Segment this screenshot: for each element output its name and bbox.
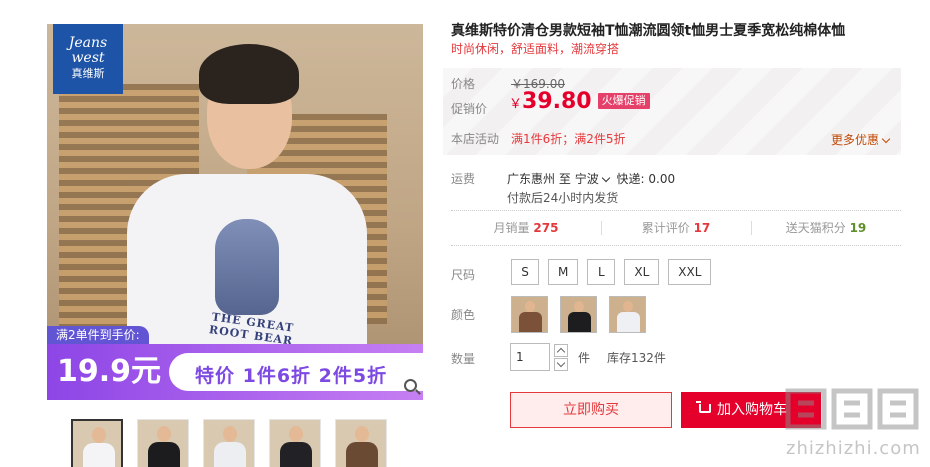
size-option[interactable]: XXL [668, 259, 712, 285]
promo-tag: 满2单件到手价: [47, 326, 149, 344]
more-offers-link[interactable]: 更多优惠 [831, 131, 891, 148]
stock-count: 库存132件 [607, 351, 666, 365]
currency-symbol: ￥ [509, 97, 523, 112]
shipping-origin: 广东惠州 [507, 172, 556, 186]
size-option[interactable]: S [511, 259, 539, 285]
swatch-shirt [568, 312, 591, 332]
chevron-down-icon [601, 173, 610, 183]
swatch-shirt [519, 312, 542, 332]
swatch-shirt [617, 312, 640, 332]
thumb-black-2[interactable] [269, 419, 321, 467]
shipping-to: 至 [558, 172, 571, 186]
color-label: 颜色 [451, 308, 476, 322]
divider [451, 245, 901, 246]
thumb-white-side[interactable] [203, 419, 255, 467]
add-to-cart-label: 加入购物车 [717, 402, 787, 418]
qty-unit: 件 [578, 351, 591, 365]
shipping-express: 快递: 0.00 [616, 172, 676, 186]
thumb-head [92, 427, 106, 443]
promo-price: 19.9元 [57, 354, 162, 389]
divider [451, 210, 901, 211]
promo-deal-text: 特价 1件6折 2件5折 [195, 365, 388, 387]
thumb-white-front[interactable] [71, 419, 123, 467]
promo-price-group: ￥39.80 火爆促销 [509, 89, 650, 114]
thumb-brown[interactable] [335, 419, 387, 467]
brand-logo: Jeans west 真维斯 [53, 24, 123, 94]
hot-promo-badge: 火爆促销 [597, 93, 650, 109]
promo-price-label: 促销价 [451, 102, 488, 116]
thumb-head [223, 426, 237, 442]
size-options: S M L XL XXL [511, 259, 712, 285]
color-swatch-black[interactable] [560, 296, 597, 333]
shipping-destination-select[interactable]: 宁波 [575, 172, 610, 186]
thumb-shirt [83, 443, 115, 467]
swatch-head [623, 301, 633, 312]
swatch-head [525, 301, 535, 312]
qty-decrease-button[interactable] [554, 358, 568, 371]
promo-price-value: 39.80 [522, 89, 592, 114]
promo-banner: 19.9元 特价 1件6折 2件5折 [47, 344, 423, 400]
product-title: 真维斯特价清仓男款短袖T恤潮流圆领t恤男士夏季宽松纯棉体恤 [451, 23, 846, 39]
model-hair [199, 44, 299, 104]
zhi-logo-icon [785, 388, 919, 430]
thumbnail-strip [71, 419, 387, 467]
chevron-down-icon [881, 134, 891, 144]
shipping-route: 广东惠州 至 宁波 快递: 0.00 [507, 170, 675, 187]
shirt-bear-print [215, 219, 279, 315]
shipping-label: 运费 [451, 172, 476, 186]
thumb-head [157, 426, 171, 442]
size-option[interactable]: M [548, 259, 579, 285]
thumb-shirt [280, 442, 312, 467]
quantity-input[interactable]: 1 [510, 343, 550, 371]
monthly-sales: 月销量 275 [493, 221, 559, 235]
thumb-shirt [148, 442, 180, 467]
stats-bar: 月销量 275 累计评价 17 送天猫积分 19 [451, 215, 901, 241]
size-label: 尺码 [451, 268, 476, 282]
size-option[interactable]: L [587, 259, 616, 285]
review-count[interactable]: 累计评价 17 [601, 215, 751, 241]
qty-label: 数量 [451, 352, 476, 366]
zoom-icon[interactable] [404, 379, 417, 392]
swatch-head [574, 301, 584, 312]
price-label: 价格 [451, 77, 476, 91]
shipping-note: 付款后24小时内发货 [507, 191, 619, 205]
product-subtitle: 时尚休闲，舒适面料，潮流穿搭 [451, 42, 620, 56]
color-swatch-white[interactable] [609, 296, 646, 333]
watermark-text: zhizhizhi.com [786, 438, 921, 459]
thumb-shirt [346, 442, 378, 467]
tmall-points: 送天猫积分 19 [751, 215, 901, 241]
size-option[interactable]: XL [624, 259, 660, 285]
thumb-black[interactable] [137, 419, 189, 467]
color-options [511, 296, 646, 333]
thumb-head [289, 426, 303, 442]
color-swatch-brown[interactable] [511, 296, 548, 333]
thumb-head [355, 426, 369, 442]
event-text: 满1件6折；满2件5折 [511, 132, 626, 146]
buy-now-button[interactable]: 立即购买 [510, 392, 672, 428]
qty-increase-button[interactable] [554, 344, 568, 357]
event-label: 本店活动 [451, 132, 500, 146]
cart-icon [696, 401, 711, 413]
thumb-shirt [214, 442, 246, 467]
